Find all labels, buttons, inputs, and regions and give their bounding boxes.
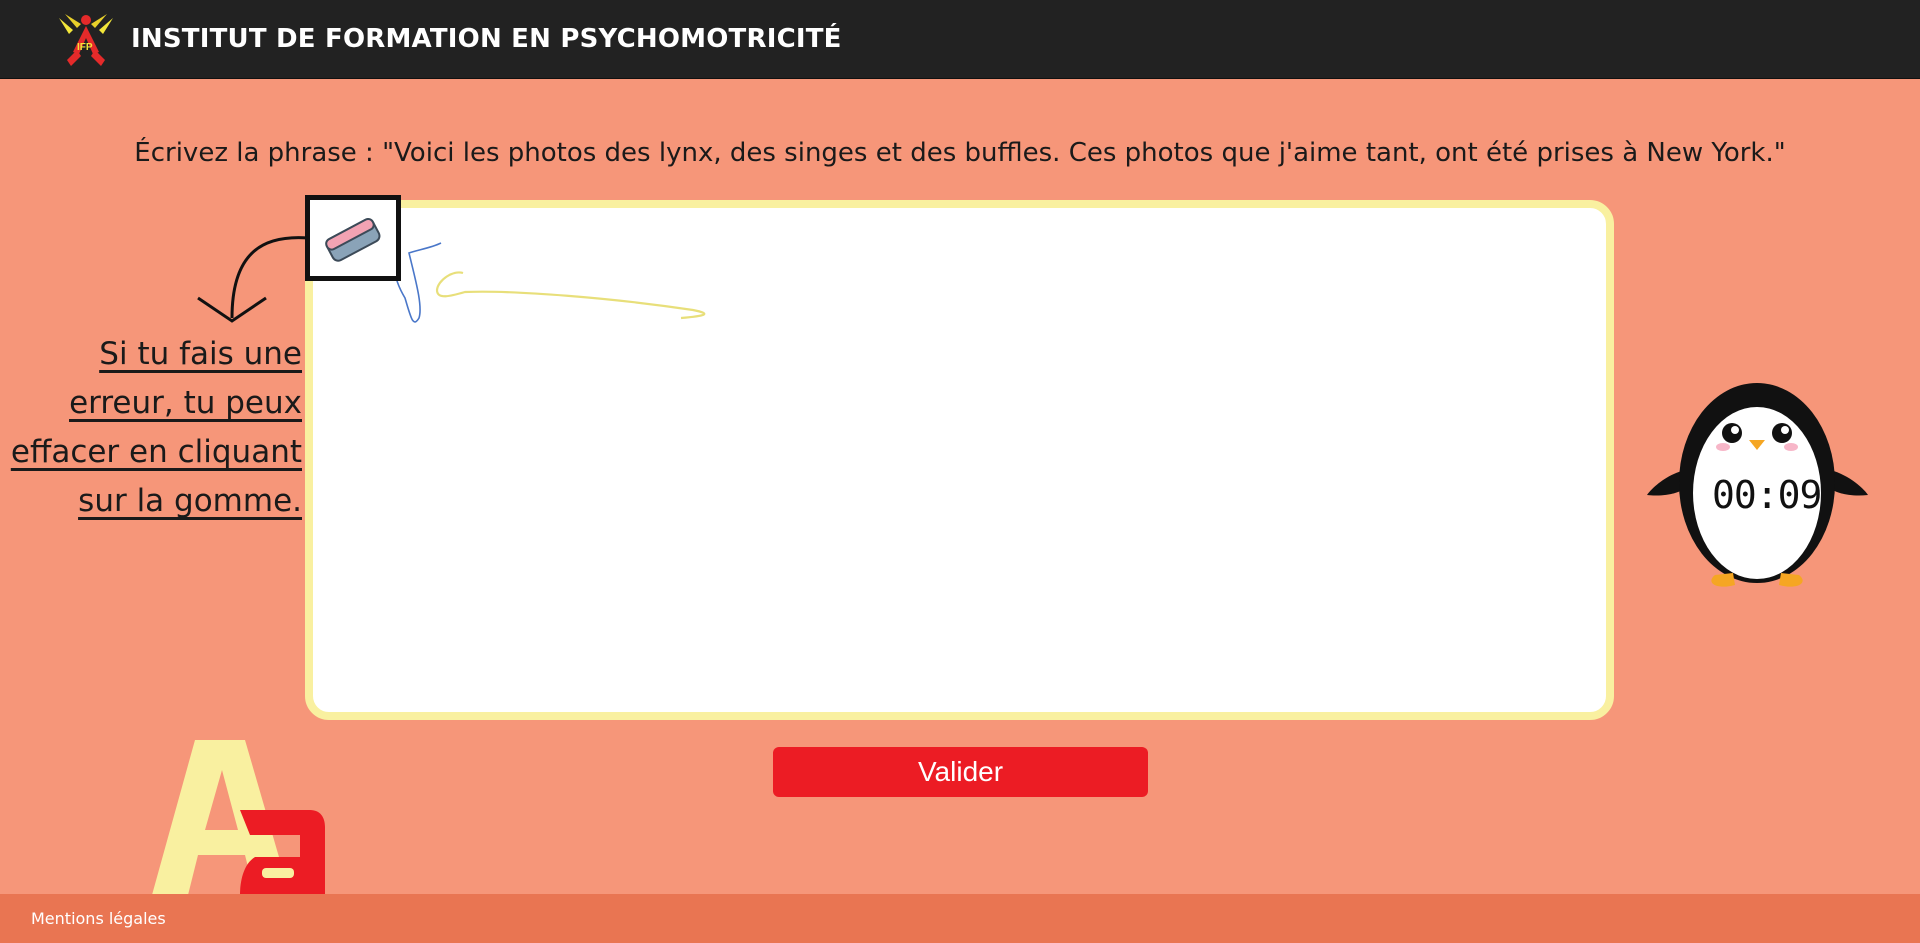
site-title: INSTITUT DE FORMATION EN PSYCHOMOTRICITÉ (131, 24, 842, 54)
hint-line: erreur, tu peux (69, 385, 302, 421)
hint-line: Si tu fais une (99, 336, 302, 372)
top-navbar: IFP INSTITUT DE FORMATION EN PSYCHOMOTRI… (0, 0, 1920, 79)
validate-button[interactable]: Valider (773, 747, 1148, 797)
timer-display: 00:09 (1712, 473, 1822, 517)
footer: Mentions légales (0, 894, 1920, 943)
exercise-instruction: Écrivez la phrase : "Voici les photos de… (134, 138, 1786, 168)
eraser-button[interactable] (305, 195, 401, 281)
svg-text:IFP: IFP (77, 42, 93, 53)
handwriting-strokes (392, 242, 706, 323)
drawing-canvas[interactable] (305, 200, 1614, 720)
curved-arrow-icon (197, 236, 309, 323)
legal-notice-link[interactable]: Mentions légales (31, 909, 166, 928)
letters-aa-icon (152, 740, 325, 895)
eraser-hint: Si tu fais une erreur, tu peux effacer e… (11, 330, 302, 526)
eraser-icon (325, 217, 381, 262)
hint-line: sur la gomme. (78, 483, 302, 519)
ifp-logo-icon[interactable]: IFP (55, 10, 117, 72)
hint-line: effacer en cliquant (10, 434, 302, 470)
